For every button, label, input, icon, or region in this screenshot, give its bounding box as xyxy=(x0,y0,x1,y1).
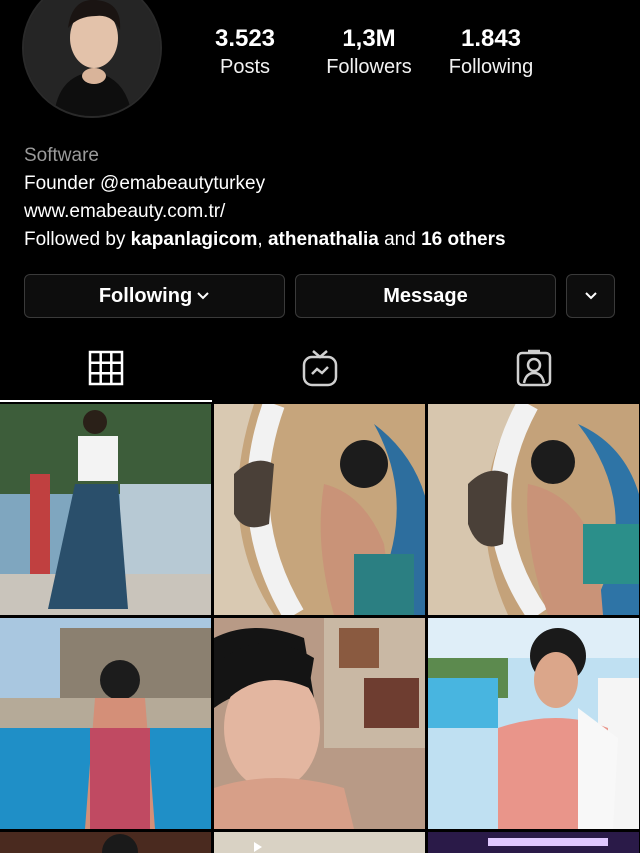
website-link[interactable]: www.emabeauty.com.tr/ xyxy=(24,198,506,226)
tab-igtv[interactable] xyxy=(214,336,426,400)
post-thumbnail[interactable] xyxy=(214,618,425,829)
followers-count: 1,3M xyxy=(342,25,396,52)
active-tab-indicator xyxy=(0,400,212,402)
posts-count: 3.523 xyxy=(214,25,276,52)
tab-tagged[interactable] xyxy=(428,336,640,400)
posts-label: Posts xyxy=(219,56,271,78)
post-image xyxy=(214,832,425,853)
chevron-down-icon xyxy=(584,292,597,300)
mutual-others[interactable]: 16 others xyxy=(421,229,505,250)
followers-label: Followers xyxy=(326,56,412,78)
profile-avatar[interactable] xyxy=(22,0,162,118)
tagged-icon xyxy=(516,349,552,387)
chevron-down-icon xyxy=(197,292,209,300)
post-image xyxy=(0,832,211,853)
post-image xyxy=(0,404,211,615)
tab-grid[interactable] xyxy=(0,336,212,400)
following-button-label: Following xyxy=(98,284,193,307)
post-image xyxy=(428,618,639,829)
post-image xyxy=(428,832,639,853)
mutual-user-1[interactable]: kapanlagicom xyxy=(131,229,258,250)
following-label: Following xyxy=(448,56,534,78)
message-button-label: Message xyxy=(383,284,468,307)
stat-followers[interactable]: 1,3M Followers xyxy=(310,24,428,80)
followed-by-prefix: Followed by xyxy=(24,229,131,250)
post-image xyxy=(214,404,425,615)
profile-tabs xyxy=(0,336,640,402)
post-image xyxy=(428,404,639,615)
followed-by-and: and xyxy=(378,229,422,250)
grid-icon xyxy=(88,350,124,386)
profile-category: Software xyxy=(24,145,99,166)
post-thumbnail[interactable] xyxy=(428,404,639,615)
post-thumbnail[interactable] xyxy=(428,618,639,829)
followed-by[interactable]: Followed by kapanlagicom, athenathalia a… xyxy=(24,226,506,254)
avatar-image xyxy=(24,0,160,116)
igtv-icon xyxy=(302,350,338,387)
post-thumbnail[interactable] xyxy=(0,832,211,853)
stat-posts[interactable]: 3.523 Posts xyxy=(190,24,300,80)
stat-following[interactable]: 1.843 Following xyxy=(436,24,546,80)
post-image xyxy=(0,618,211,829)
following-count: 1.843 xyxy=(460,25,522,52)
mutual-user-2[interactable]: athenathalia xyxy=(268,229,379,250)
post-image xyxy=(214,618,425,829)
suggested-accounts-button[interactable] xyxy=(566,274,615,318)
followed-by-separator: , xyxy=(257,229,268,250)
bio-text: Founder @emabeautyturkey xyxy=(24,173,266,194)
post-thumbnail[interactable] xyxy=(0,404,211,615)
following-button[interactable]: Following xyxy=(24,274,285,318)
post-thumbnail[interactable] xyxy=(0,618,211,829)
post-thumbnail[interactable] xyxy=(214,832,425,853)
message-button[interactable]: Message xyxy=(295,274,556,318)
post-thumbnail[interactable] xyxy=(428,832,639,853)
profile-bio: Software Founder @emabeautyturkey www.em… xyxy=(24,142,506,254)
post-thumbnail[interactable] xyxy=(214,404,425,615)
